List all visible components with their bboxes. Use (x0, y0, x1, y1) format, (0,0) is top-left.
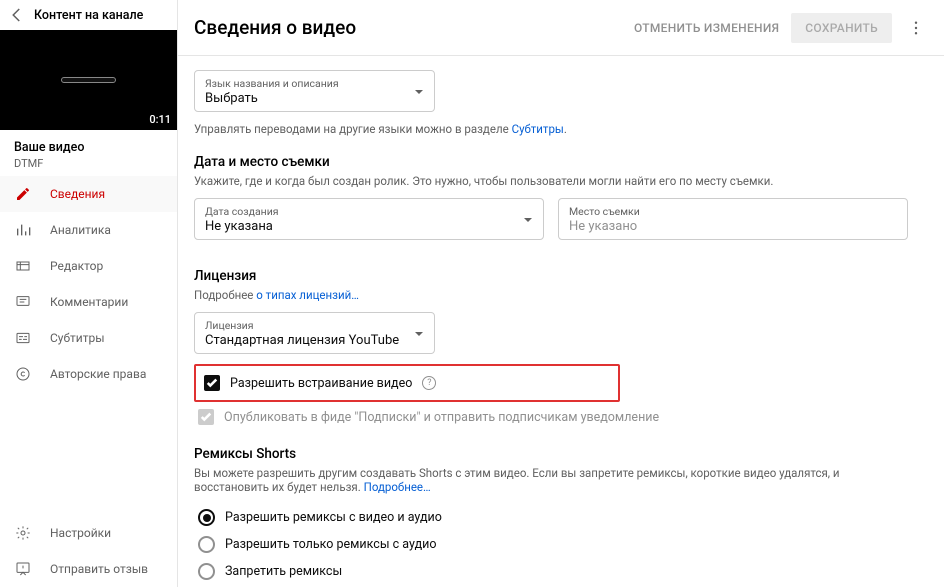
location-placeholder: Не указано (569, 219, 640, 234)
your-video-block: Ваше видео DTMF (0, 130, 177, 176)
video-title: DTMF (14, 157, 163, 170)
nav-label: Сведения (50, 187, 105, 201)
remix-option-2[interactable]: Запретить ремиксы (194, 558, 908, 585)
nav-label: Аналитика (50, 223, 111, 237)
nav-label: Отправить отзыв (50, 562, 148, 576)
license-field-value: Стандартная лицензия YouTube (205, 333, 399, 348)
license-types-link[interactable]: о типах лицензий… (256, 288, 359, 302)
publish-feed-checkbox-row: Опубликовать в фиде "Подписки" и отправи… (194, 406, 908, 428)
arrow-left-icon (8, 6, 26, 24)
copyright-icon (14, 365, 32, 383)
license-field-label: Лицензия (205, 319, 399, 332)
publish-feed-label: Опубликовать в фиде "Подписки" и отправи… (224, 410, 659, 425)
sidebar-nav: Сведения Аналитика Редактор Комментарии … (0, 176, 177, 515)
nav-analytics[interactable]: Аналитика (0, 212, 177, 248)
sidebar-bottom: Настройки Отправить отзыв (0, 515, 177, 587)
your-video-label: Ваше видео (14, 140, 163, 155)
license-sub: Подробнее о типах лицензий… (194, 288, 908, 302)
editor-icon (14, 257, 32, 275)
nav-feedback[interactable]: Отправить отзыв (0, 551, 177, 587)
nav-label: Субтитры (50, 331, 105, 345)
remix-option-label: Разрешить ремиксы с видео и аудио (225, 510, 442, 525)
allow-embed-label: Разрешить встраивание видео (230, 376, 412, 391)
license-title: Лицензия (194, 268, 908, 284)
waveform-placeholder (61, 77, 116, 83)
back-to-content[interactable]: Контент на канале (0, 0, 177, 30)
radio-icon (198, 536, 215, 553)
checkbox-checked-disabled-icon (198, 409, 214, 425)
nav-label: Комментарии (50, 295, 128, 309)
feedback-icon (14, 560, 32, 578)
subtitles-link[interactable]: Субтитры (512, 122, 564, 136)
allow-embed-checkbox-row[interactable]: Разрешить встраивание видео ? (200, 372, 614, 394)
topbar: Сведения о видео ОТМЕНИТЬ ИЗМЕНЕНИЯ СОХР… (178, 0, 944, 56)
kebab-icon (907, 19, 925, 37)
nav-settings[interactable]: Настройки (0, 515, 177, 551)
location-input[interactable]: Место съемки Не указано (558, 198, 908, 240)
comments-icon (14, 293, 32, 311)
date-created-select[interactable]: Дата создания Не указана (194, 198, 544, 240)
location-label: Место съемки (569, 205, 640, 218)
video-duration: 0:11 (149, 113, 171, 126)
help-icon[interactable]: ? (422, 376, 436, 390)
analytics-icon (14, 221, 32, 239)
save-button[interactable]: СОХРАНИТЬ (791, 13, 892, 43)
nav-label: Авторские права (50, 367, 146, 381)
page-title: Сведения о видео (194, 16, 622, 39)
caret-down-icon (414, 324, 424, 343)
remix-option-1[interactable]: Разрешить только ремиксы с аудио (194, 531, 908, 558)
language-value: Выбрать (205, 91, 339, 106)
language-label: Язык названия и описания (205, 77, 339, 90)
nav-label: Настройки (50, 526, 111, 540)
pencil-icon (14, 185, 32, 203)
cancel-button[interactable]: ОТМЕНИТЬ ИЗМЕНЕНИЯ (634, 21, 779, 35)
remix-option-0[interactable]: Разрешить ремиксы с видео и аудио (194, 504, 908, 531)
nav-comments[interactable]: Комментарии (0, 284, 177, 320)
remix-option-label: Разрешить только ремиксы с аудио (225, 537, 436, 552)
nav-editor[interactable]: Редактор (0, 248, 177, 284)
remix-option-label: Запретить ремиксы (225, 564, 342, 579)
caret-down-icon (414, 82, 424, 101)
radio-selected-icon (198, 509, 215, 526)
date-location-sub: Укажите, где и когда был создан ролик. Э… (194, 174, 908, 188)
allow-embed-highlight: Разрешить встраивание видео ? (194, 364, 620, 402)
remix-sub: Вы можете разрешить другим создавать Sho… (194, 466, 908, 494)
language-select[interactable]: Язык названия и описания Выбрать (194, 70, 435, 112)
nav-subtitles[interactable]: Субтитры (0, 320, 177, 356)
gear-icon (14, 524, 32, 542)
caret-down-icon (523, 210, 533, 229)
checkbox-checked-icon (204, 375, 220, 391)
nav-label: Редактор (50, 259, 103, 273)
license-select[interactable]: Лицензия Стандартная лицензия YouTube (194, 312, 435, 354)
more-menu-button[interactable] (904, 19, 928, 37)
nav-details[interactable]: Сведения (0, 176, 177, 212)
date-label: Дата создания (205, 205, 279, 218)
subtitles-icon (14, 329, 32, 347)
nav-copyright[interactable]: Авторские права (0, 356, 177, 392)
language-hint: Управлять переводами на другие языки мож… (194, 122, 908, 136)
remix-more-link[interactable]: Подробнее… (364, 480, 431, 494)
date-location-title: Дата и место съемки (194, 154, 908, 170)
back-label: Контент на канале (34, 8, 143, 23)
radio-icon (198, 563, 215, 580)
video-thumbnail[interactable]: 0:11 (0, 30, 177, 130)
date-value: Не указана (205, 219, 279, 234)
remix-title: Ремиксы Shorts (194, 446, 908, 462)
